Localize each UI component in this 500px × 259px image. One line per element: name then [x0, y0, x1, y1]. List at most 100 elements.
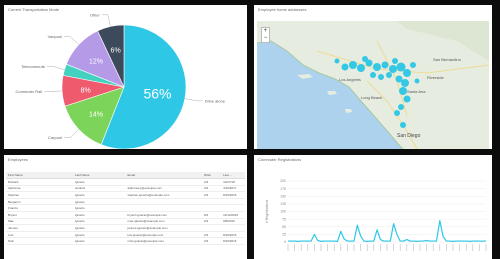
table-cell: 2/3 — [201, 237, 222, 245]
table-cell: 2/3 — [201, 191, 222, 199]
table-cell: 2/3 — [201, 231, 222, 239]
table-row[interactable]: Francis Ignacio — [6, 204, 245, 212]
table-cell: Francis — [6, 204, 73, 212]
table-cell: Jannes — [6, 224, 73, 232]
employees-panel: Employees First Name Last Name Email Wor… — [4, 155, 247, 259]
table-cell: 8/15/2016 — [221, 237, 245, 245]
table-cell: Ignacio — [72, 198, 126, 206]
y-tick-label: 75 — [282, 217, 286, 221]
table-cell: Mae — [6, 218, 73, 226]
table-row[interactable]: Mae Ignacio mae.ignacio@example.com 2/3 9/8/… — [6, 218, 245, 226]
table-cell — [221, 204, 245, 212]
table-cell: Luis — [6, 231, 73, 239]
table-cell: 2/3 — [201, 178, 222, 186]
address-marker[interactable] — [401, 79, 409, 87]
terrain — [397, 21, 489, 61]
table-row[interactable]: Jannes Ignacio jannes.ignacio@example.com — [6, 224, 245, 232]
table-cell: alphonse.j@example.com — [125, 185, 202, 193]
table-cell: Jenkins — [72, 185, 126, 193]
table-cell: 8/15/2016 — [221, 191, 245, 199]
address-marker[interactable] — [334, 58, 340, 64]
address-marker[interactable] — [403, 95, 411, 103]
y-tick-label: 100 — [280, 210, 286, 214]
registrations-line-chart: 200 175 150 125 100 75 50 25 0 # Registrations — [265, 179, 487, 251]
employee-map[interactable]: Los Angeles Long Beach Santa Ana San Die… — [257, 21, 489, 149]
address-marker[interactable] — [381, 61, 389, 69]
table-cell: Stephen — [6, 191, 73, 199]
table-cell: Ignacio — [72, 224, 126, 232]
address-marker[interactable] — [349, 61, 357, 69]
table-cell: Ignacio — [72, 218, 126, 226]
y-axis-label: # Registrations — [265, 200, 269, 224]
table-row[interactable]: Alphonse Jenkins alphonse.j@example.com 3/3… — [6, 185, 245, 193]
y-tick-label: 200 — [280, 179, 286, 183]
y-tick-label: 25 — [282, 233, 286, 237]
table-cell: Richard — [6, 178, 73, 186]
employees-title: Employees — [8, 157, 28, 162]
place-label: San Diego — [397, 133, 421, 139]
place-label: Los Angeles — [339, 77, 361, 82]
pie-slice-label: Carpool — [48, 135, 62, 140]
y-tick-label: 50 — [282, 225, 286, 229]
address-marker[interactable] — [386, 72, 392, 78]
table-row[interactable]: Benjamin Ignacio — [6, 198, 245, 206]
address-marker[interactable] — [414, 78, 420, 84]
y-tick-label: 0 — [284, 240, 286, 244]
address-marker[interactable] — [398, 104, 404, 110]
table-cell: 10/27/18 — [221, 178, 245, 186]
y-tick-label: 175 — [280, 187, 286, 191]
registrations-series-line[interactable] — [288, 220, 486, 242]
zoom-out-button[interactable]: − — [262, 35, 269, 42]
table-row[interactable]: Luis Ignacio luis.ignacio@example.com 2/3 8/… — [6, 231, 245, 239]
table-cell: Ignacio — [72, 191, 126, 199]
pie-chart-panel: Current Transportation Mode 56% Drive alo… — [4, 5, 247, 149]
zoom-in-button[interactable]: + — [262, 28, 269, 35]
table-cell: nick.ignacio@example.com — [125, 237, 202, 245]
address-marker[interactable] — [341, 63, 349, 71]
table-row[interactable]: Stephen Ignacio stephen.ignacio@example.co… — [6, 191, 245, 199]
table-cell: Nick — [6, 237, 73, 245]
pie-slice-label: Other — [90, 12, 101, 17]
pie-slice-percent: 8% — [81, 87, 91, 94]
table-cell: mae.ignacio@example.com — [125, 218, 202, 226]
table-row[interactable]: Bryant Ignacio bryant.ignacio@example.com 9… — [6, 211, 245, 219]
table-cell: Ignacio — [72, 237, 126, 245]
address-marker[interactable] — [400, 122, 406, 128]
table-cell — [201, 198, 222, 206]
table-cell: 3/3 — [201, 185, 222, 193]
address-marker[interactable] — [362, 56, 368, 62]
address-marker[interactable] — [389, 65, 397, 73]
table-cell: Ignacio — [72, 211, 126, 219]
pie-chart: 56% Drive alone 14% Carpool 8% Commuter Rail T… — [15, 12, 226, 149]
address-marker[interactable] — [396, 62, 406, 72]
table-cell: Ignacio — [72, 231, 126, 239]
pie-leader-line — [64, 129, 79, 138]
place-label: San Bernardino — [433, 57, 462, 62]
pie-slice-percent: 14% — [89, 111, 103, 118]
table-cell: bryant.ignacio@example.com — [125, 211, 202, 219]
table-row[interactable]: Nick Ignacio nick.ignacio@example.com 2/3 8/… — [6, 237, 245, 245]
registrations-panel: Commuter Registrations 200 175 150 125 100 75… — [254, 155, 492, 259]
table-cell: Ignacio — [72, 204, 126, 212]
address-marker[interactable] — [410, 62, 416, 68]
pie-leader-line — [46, 66, 65, 70]
table-cell: Ignacio — [72, 178, 126, 186]
pie-leader-line — [64, 36, 79, 45]
table-cell: Alphonse — [6, 185, 73, 193]
pie-slice-label: Telecommute — [21, 64, 46, 69]
table-cell: luis.ignacio@example.com — [125, 231, 202, 239]
y-tick-label: 125 — [280, 202, 286, 206]
address-marker[interactable] — [378, 74, 384, 80]
address-marker[interactable] — [403, 69, 411, 77]
address-marker[interactable] — [392, 58, 398, 64]
table-cell: Benjamin — [6, 198, 73, 206]
table-cell — [201, 204, 222, 212]
table-row[interactable]: Richard Ignacio 2/3 10/27/18 — [6, 178, 245, 186]
address-marker[interactable] — [370, 72, 376, 78]
address-marker[interactable] — [357, 64, 365, 72]
place-label: Long Beach — [361, 95, 382, 100]
address-marker[interactable] — [399, 87, 407, 95]
pie-leader-line — [184, 98, 203, 102]
address-marker[interactable] — [394, 110, 400, 116]
address-marker[interactable] — [373, 63, 381, 71]
